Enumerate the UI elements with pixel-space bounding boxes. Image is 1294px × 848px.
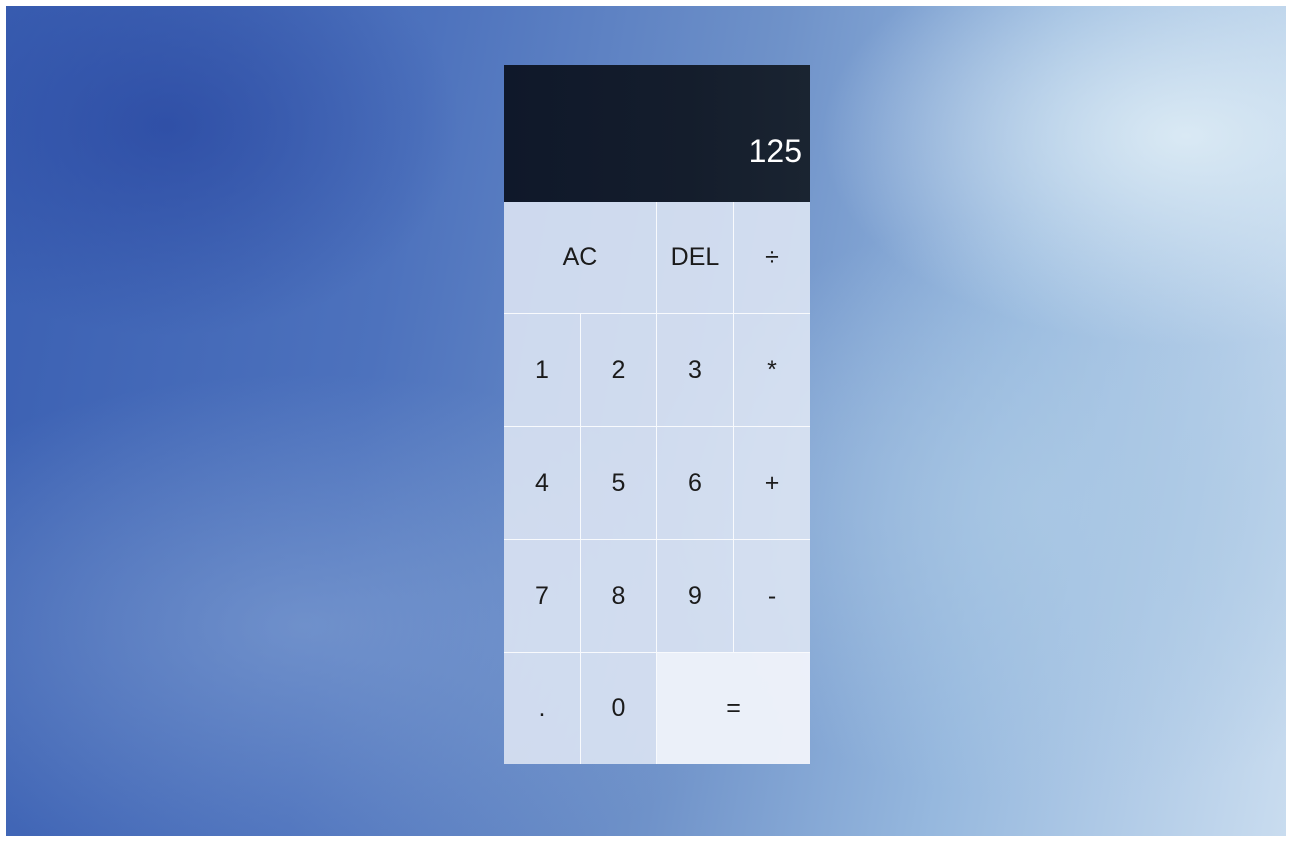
clear-button[interactable]: AC — [504, 202, 657, 314]
calculator-display: 125 — [504, 65, 810, 202]
calculator: 125 AC DEL ÷ 1 2 3 * 4 5 6 + 7 8 9 - . 0… — [504, 65, 810, 764]
digit-1-button[interactable]: 1 — [504, 314, 581, 427]
digit-9-button[interactable]: 9 — [657, 540, 734, 653]
multiply-button[interactable]: * — [734, 314, 810, 427]
digit-8-button[interactable]: 8 — [581, 540, 657, 653]
subtract-button[interactable]: - — [734, 540, 810, 653]
delete-button[interactable]: DEL — [657, 202, 734, 314]
divide-button[interactable]: ÷ — [734, 202, 810, 314]
equals-button[interactable]: = — [657, 653, 810, 764]
digit-0-button[interactable]: 0 — [581, 653, 657, 764]
display-value: 125 — [748, 132, 802, 169]
add-button[interactable]: + — [734, 427, 810, 540]
digit-4-button[interactable]: 4 — [504, 427, 581, 540]
digit-7-button[interactable]: 7 — [504, 540, 581, 653]
digit-6-button[interactable]: 6 — [657, 427, 734, 540]
digit-3-button[interactable]: 3 — [657, 314, 734, 427]
digit-5-button[interactable]: 5 — [581, 427, 657, 540]
digit-2-button[interactable]: 2 — [581, 314, 657, 427]
decimal-button[interactable]: . — [504, 653, 581, 764]
